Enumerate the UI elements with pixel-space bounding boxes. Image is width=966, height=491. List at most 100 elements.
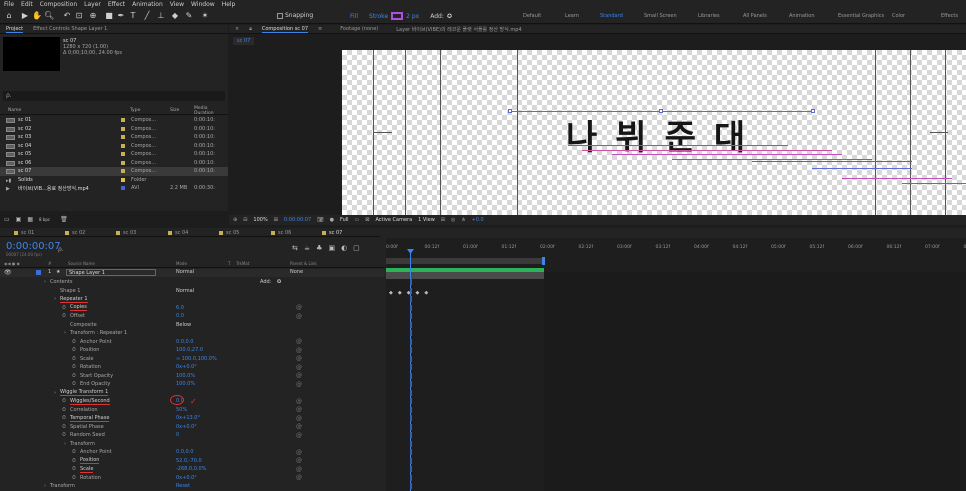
property-value[interactable]: Normal <box>176 288 194 294</box>
property-row[interactable]: ⏱︎ Anchor Point 0.0,0.0 @ <box>0 338 385 347</box>
frame-blend-icon[interactable]: ▣ <box>328 244 335 252</box>
expression-icon[interactable]: @ <box>296 313 302 320</box>
expand-arrow-icon[interactable]: › <box>54 390 56 396</box>
comp-breadcrumb[interactable]: sc 07 <box>233 37 255 45</box>
expression-icon[interactable]: @ <box>296 398 302 405</box>
effect-controls-tab[interactable]: Effect Controls Shape Layer 1 <box>33 26 107 32</box>
menu-animation[interactable]: Animation <box>132 1 163 8</box>
eraser-tool-icon[interactable]: ◆ <box>170 11 180 21</box>
expression-icon[interactable]: @ <box>296 338 302 345</box>
new-comp-icon[interactable]: ▦ <box>27 216 33 223</box>
comp-flowchart-icon[interactable]: ⇆ <box>292 244 298 252</box>
graph-editor-icon[interactable]: ▢ <box>353 244 360 252</box>
parent-dropdown[interactable]: None <box>290 269 303 275</box>
workspace-effects[interactable]: Effects <box>941 13 958 19</box>
stopwatch-icon[interactable]: ⏱︎ <box>72 381 76 387</box>
timeline-tab-sc-03[interactable]: sc 03 <box>116 228 136 237</box>
composition-menu-icon[interactable]: ≡ <box>318 26 322 32</box>
workspace-libraries[interactable]: Libraries <box>698 13 720 19</box>
property-row[interactable]: › Transform Reset <box>0 482 385 491</box>
show-channel-icon[interactable]: ● <box>330 217 334 223</box>
timeline-tab-sc-02[interactable]: sc 02 <box>65 228 85 237</box>
visibility-eye-icon[interactable]: 👁︎ <box>4 269 12 276</box>
lock-icon[interactable]: 🔒︎ <box>249 26 252 32</box>
property-value[interactable]: 100.0% <box>176 381 195 387</box>
property-value[interactable]: 52.0,-70.0 <box>176 458 202 464</box>
fill-label[interactable]: Fill <box>350 13 358 20</box>
expression-icon[interactable]: @ <box>296 466 302 473</box>
col-number[interactable]: # <box>48 261 51 266</box>
project-item[interactable]: sc 01 Compos... 0:00:10: <box>0 116 228 125</box>
project-item[interactable]: sc 04 Compos... 0:00:10: <box>0 142 228 151</box>
col-mode[interactable]: Mode <box>176 261 187 266</box>
col-t[interactable]: T <box>228 261 230 266</box>
label-swatch[interactable] <box>121 143 125 148</box>
home-icon[interactable]: ⌂ <box>4 11 14 21</box>
add-content-button[interactable]: Add: <box>260 279 271 285</box>
timeline-tab-sc-07[interactable]: sc 07 <box>322 228 342 237</box>
workspace-default[interactable]: Default <box>523 13 541 19</box>
property-row[interactable]: ⏱︎ Anchor Point 0.0,0.0 @ <box>0 448 385 457</box>
camera-tool-icon[interactable]: ⊡ <box>74 11 84 21</box>
label-swatch[interactable] <box>121 160 125 165</box>
property-row[interactable]: ⏱︎ Rotation 0x+0.0° @ <box>0 363 385 372</box>
menu-help[interactable]: Help <box>222 1 236 8</box>
grid-icon[interactable]: ⊞ <box>441 217 445 223</box>
label-swatch[interactable] <box>121 152 125 156</box>
project-item[interactable]: sc 02 Compos... 0:00:10: <box>0 125 228 134</box>
expand-arrow-icon[interactable]: › <box>64 441 66 447</box>
zoom-tool-icon[interactable]: 🔍︎ <box>44 11 54 21</box>
workspace-standard[interactable]: Standard <box>600 13 623 19</box>
brush-tool-icon[interactable]: ╱ <box>142 11 152 21</box>
property-value[interactable]: -268.0,0.0% <box>176 466 206 472</box>
property-value[interactable]: 0.0,0.0 <box>176 449 194 455</box>
property-row[interactable]: › Contents Add: ✪ <box>0 278 385 287</box>
property-row[interactable]: ⏱︎ Rotation 0x+0.0° @ <box>0 474 385 483</box>
clone-stamp-icon[interactable]: ⊥ <box>156 11 166 21</box>
property-value[interactable]: 0 <box>176 432 179 438</box>
property-row[interactable]: ⏱︎ Random Seed 0 @ <box>0 431 385 440</box>
fit-icon[interactable]: ⊞ <box>274 217 278 223</box>
expression-icon[interactable]: @ <box>296 364 302 371</box>
property-value[interactable]: 0.0,0.0 <box>176 339 194 345</box>
shy-icon[interactable]: ♣ <box>316 244 322 252</box>
property-row[interactable]: ⏱︎ Correlation 50% @ <box>0 406 385 415</box>
type-tool-icon[interactable]: T <box>128 11 138 21</box>
av-features-icon[interactable]: ◉◀ ● ◆ <box>4 261 20 266</box>
label-swatch[interactable] <box>121 126 125 131</box>
project-search-input[interactable]: ρ. <box>3 91 225 101</box>
expression-icon[interactable]: @ <box>296 372 302 379</box>
expression-icon[interactable]: @ <box>296 381 302 388</box>
property-row[interactable]: Composite Below <box>0 321 385 330</box>
header-size[interactable]: Size <box>170 108 179 113</box>
project-item[interactable]: sc 05 Compos... 0:00:10: <box>0 150 228 159</box>
property-row[interactable]: ⏱︎ Spatial Phase 0x+0.0° @ <box>0 423 385 432</box>
timeline-tab-sc-01[interactable]: sc 01 <box>14 228 34 237</box>
stopwatch-icon[interactable]: ⏱︎ <box>72 475 76 481</box>
snapping-toggle[interactable]: Snapping <box>277 12 313 19</box>
timeline-search-icon[interactable]: ρ. <box>58 246 64 253</box>
puppet-tool-icon[interactable]: ✶ <box>200 11 210 21</box>
3d-icon[interactable]: ⊟ <box>243 217 247 223</box>
property-value[interactable]: 0x+0.0° <box>176 364 197 370</box>
label-swatch[interactable] <box>121 186 125 190</box>
property-row[interactable]: ⏱︎ Copies 6.0 @ <box>0 304 385 313</box>
property-row[interactable]: ⏱︎ Temporal Phase 0x+13.0° @ <box>0 414 385 423</box>
channel-icon[interactable]: ◎ <box>451 217 455 223</box>
stopwatch-icon[interactable]: ⏱︎ <box>72 373 76 379</box>
project-item[interactable]: sc 03 Compos... 0:00:10: <box>0 133 228 142</box>
expression-icon[interactable]: @ <box>296 304 302 311</box>
stopwatch-icon[interactable]: ⏱︎ <box>62 407 66 413</box>
property-value[interactable]: 0x+0.0° <box>176 475 197 481</box>
header-duration[interactable]: Media Duration <box>194 106 228 116</box>
menu-window[interactable]: Window <box>191 1 215 8</box>
stroke-label[interactable]: Stroke <box>369 13 388 20</box>
add-icon[interactable]: ✪ <box>447 13 452 20</box>
selection-tool-icon[interactable]: ▶ <box>20 11 30 21</box>
expand-arrow-icon[interactable]: › <box>44 279 46 285</box>
property-value[interactable]: 50% <box>176 407 187 413</box>
property-value[interactable]: ∞ 100.0,100.0% <box>176 356 217 362</box>
col-parent[interactable]: Parent & Link <box>290 261 317 266</box>
menu-effect[interactable]: Effect <box>108 1 125 8</box>
layer-label-color[interactable] <box>36 270 41 275</box>
